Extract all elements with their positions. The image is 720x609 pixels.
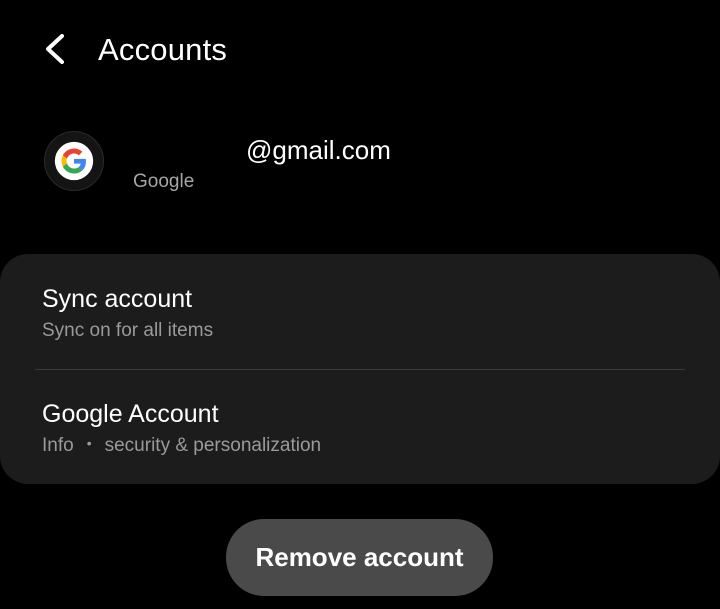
back-button[interactable]	[30, 24, 80, 74]
chevron-left-icon	[46, 34, 64, 64]
google-account-subtitle: Info • security & personalization	[42, 434, 321, 458]
dot-separator: •	[86, 435, 92, 451]
account-email: @gmail.com	[246, 135, 391, 165]
account-header: @gmail.com Google	[0, 120, 720, 210]
page-title: Accounts	[98, 32, 228, 67]
google-account-subtitle-info: Info	[42, 435, 74, 456]
account-type: Google	[133, 171, 195, 192]
remove-account-button[interactable]: Remove account	[226, 519, 493, 596]
google-account-subtitle-security: security & personalization	[104, 435, 322, 456]
account-settings-card: Sync account Sync on for all items Googl…	[0, 254, 720, 484]
google-account-item[interactable]: Google Account Info • security & personali…	[0, 369, 720, 484]
email-username-redacted	[133, 138, 246, 162]
sync-account-title: Sync account	[42, 285, 193, 313]
google-logo-icon	[44, 131, 104, 191]
sync-account-subtitle: Sync on for all items	[42, 320, 214, 341]
sync-account-item[interactable]: Sync account Sync on for all items	[0, 254, 720, 369]
app-header: Accounts	[0, 0, 720, 100]
google-account-title: Google Account	[42, 400, 219, 428]
account-email-row: @gmail.com	[133, 134, 391, 166]
